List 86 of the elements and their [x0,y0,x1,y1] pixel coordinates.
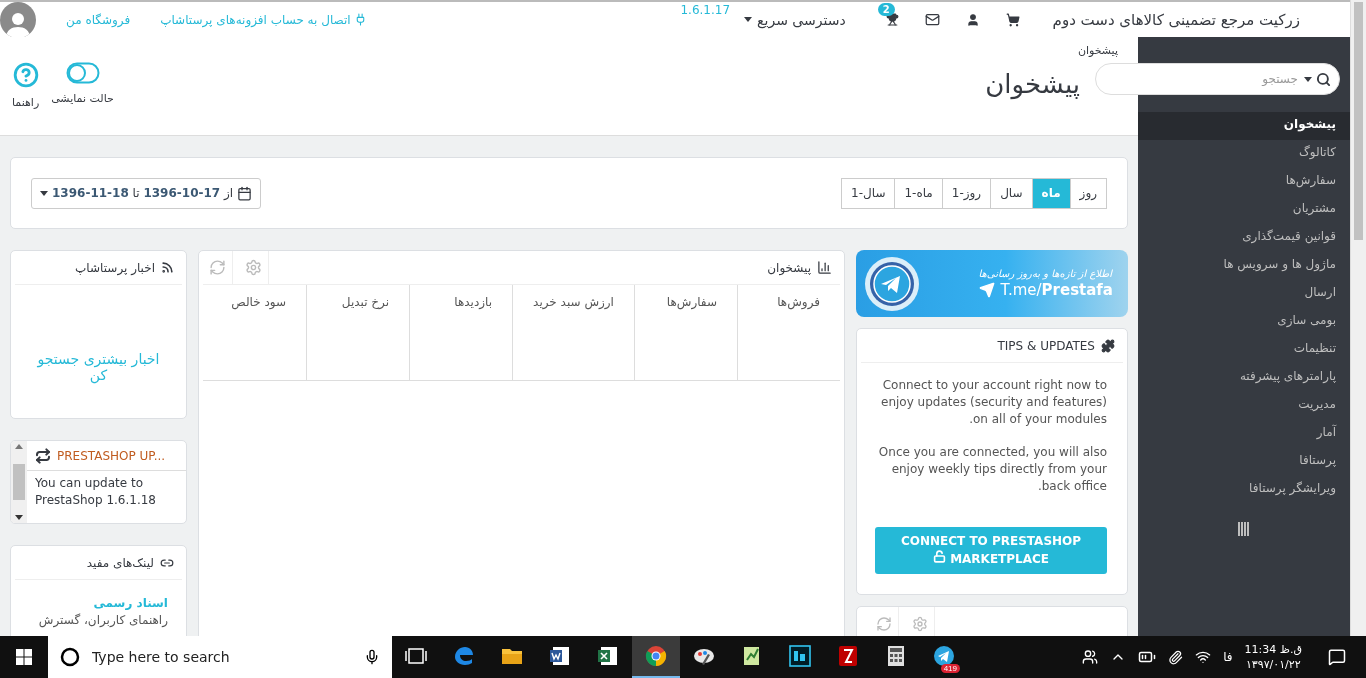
range-button[interactable]: روز [1069,177,1107,209]
scroll-up-icon[interactable] [15,444,23,449]
puzzle-icon [1101,338,1115,353]
tips-text: Once you are connected, you will also enjoy weekly tips directly from your back office. [877,444,1107,495]
sidebar-item[interactable]: پرستافا [1138,448,1350,476]
sidebar-item[interactable]: مشتریان [1138,196,1350,224]
sidebar-item[interactable]: پیشخوان [1138,112,1350,140]
task-view-icon [405,648,427,664]
windows-icon [16,649,32,665]
unread-badge: 419 [940,664,960,673]
tips-text: Connect to your account right now to enjoy updates (security and features) on all of your modules. [880,377,1107,428]
panel-title: لینک‌های مفید [85,555,154,570]
collapse-icon[interactable] [1238,522,1250,536]
link-description: راهنمای کاربران، گسترش [37,613,168,627]
image-editor-icon [788,644,812,668]
scrollbar[interactable] [11,441,27,523]
search-field[interactable]: جستجو [1095,63,1340,95]
column-header: ارزش سبد خرید [512,285,634,380]
help-button[interactable]: راهنما [12,62,40,109]
version-label: 1.6.1.17 [680,3,731,17]
column-header: سود خالص [230,294,288,312]
wifi-icon[interactable] [1195,649,1212,665]
panel-title: TIPS & UPDATES [996,338,1095,353]
search-input[interactable]: جستجو [1104,71,1300,87]
rss-icon [161,261,174,274]
mic-icon[interactable] [364,649,380,665]
clock[interactable]: ق.ظ 11:34 ۱۳۹۷/۰۱/۲۲ [1244,642,1302,672]
people-icon[interactable] [1082,649,1099,665]
sidebar-item[interactable]: مدیریت [1138,392,1350,420]
banner-tagline: اطلاع از تازه‌ها و به‌روز رسانی‌ها [978,268,1113,279]
calendar-icon [237,185,253,201]
column-header: سفارش‌ها [633,285,737,380]
page-title: پیشخوان [985,69,1080,99]
avatar[interactable] [0,1,36,38]
document-app-icon [548,644,572,668]
range-button[interactable]: روز-1 [941,177,992,209]
sidebar-item[interactable]: ویرایشگر پرستافا [1138,476,1350,504]
sidebar-item[interactable]: ماژول ها و سرویس ها [1138,252,1350,280]
update-text: You can update to PrestaShop 1.6.1.18 [35,475,157,509]
notification-badge: 2 [877,3,895,16]
repeat-icon [35,447,51,464]
browser-icon [452,644,476,668]
sidebar-item[interactable]: آمار [1138,420,1350,448]
panel-title: پیشخوان [766,260,811,275]
taskbar-search-field[interactable]: Type here to search [48,636,392,678]
spreadsheet-app-icon [596,644,620,668]
sidebar-item[interactable]: سفارش‌ها [1138,168,1350,196]
column-header: فروش‌ها [737,285,840,380]
scroll-down-icon[interactable] [15,515,23,520]
taskbar-app[interactable]: 419 [920,636,968,678]
sidebar-item[interactable]: کاتالوگ [1138,140,1350,168]
range-button[interactable]: سال-1 [841,177,896,209]
ftp-app-icon [836,644,860,668]
paperclip-icon[interactable] [1168,649,1184,665]
search-icon [1316,71,1331,87]
sidebar-item[interactable]: ارسال [1138,280,1350,308]
panel-title: اخبار پرستاشاپ [74,260,155,275]
taskbar-app[interactable] [632,636,680,678]
breadcrumb: پیشخوان [1076,44,1118,57]
caret-icon [40,190,48,196]
panel-title: PRESTASHOP UP... [57,448,166,463]
bar-chart-icon [817,260,832,275]
shop-name: زرکیت مرجع تضمینی کالاهای دست دوم [1052,10,1300,29]
cortana-icon [60,647,80,667]
unlock-icon [932,550,946,563]
column-header: بازدیدها [409,285,513,380]
browser-icon [644,644,668,668]
view-mode-button[interactable]: حالت نمایشی [51,62,114,105]
range-button[interactable]: ماه-1 [894,177,943,209]
sidebar-item[interactable]: قوانین قیمت‌گذاری [1138,224,1350,252]
scrollbar[interactable] [1350,0,1366,636]
sidebar-item[interactable]: بومی سازی [1138,308,1350,336]
language-indicator[interactable]: فا [1223,650,1233,664]
range-button[interactable]: سال [990,177,1033,209]
help-icon [12,62,39,88]
caret-icon [744,17,753,22]
caret-icon [1304,76,1312,82]
paper-plane-icon [932,644,956,668]
toggle-icon [65,62,100,84]
paper-plane-logo [864,255,920,312]
paper-plane-icon [978,282,995,298]
sidebar-item[interactable]: تنظیمات [1138,336,1350,364]
sidebar-item[interactable]: پارامترهای پیشرفته [1138,364,1350,392]
column-header: نرخ تبدیل [306,285,410,380]
quick-access-menu[interactable]: دسترسی سریع [744,11,846,28]
notification-icon[interactable] [1328,648,1346,666]
